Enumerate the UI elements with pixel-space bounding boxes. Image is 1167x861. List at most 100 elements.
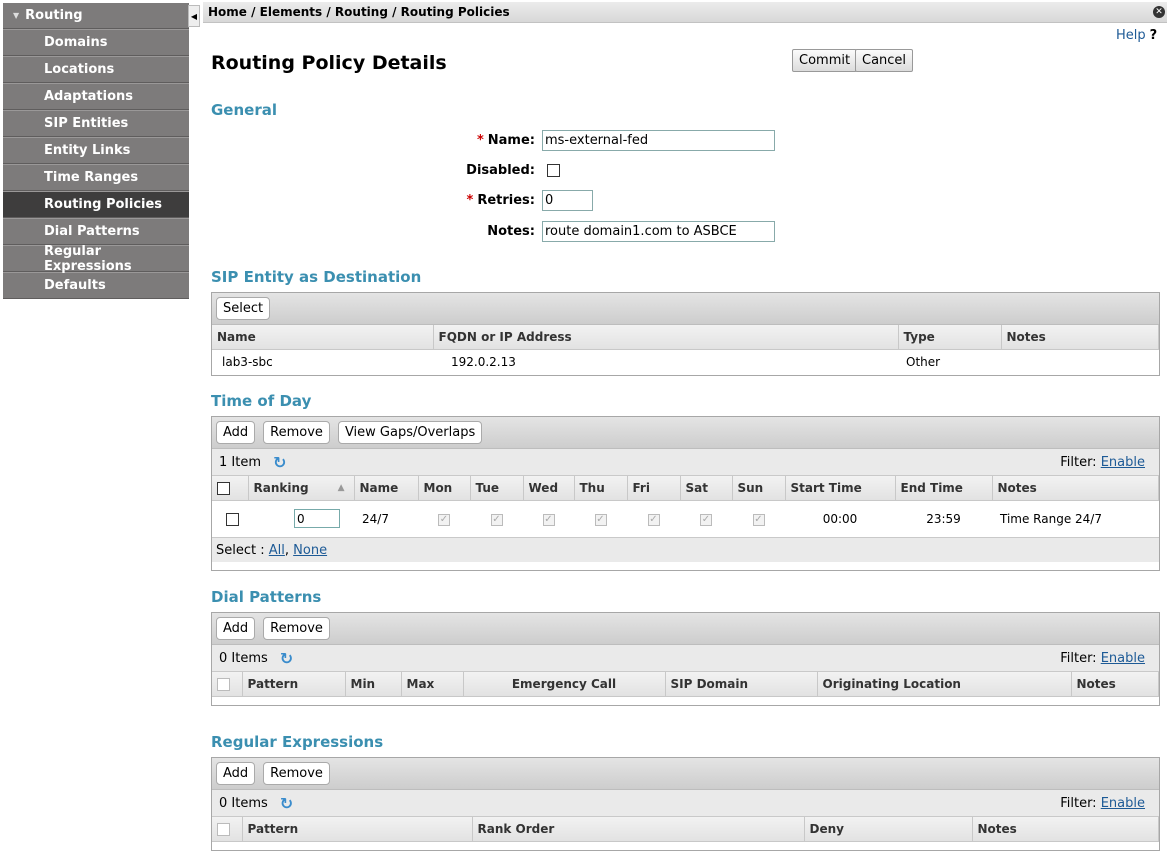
column-header-end-time[interactable]: End Time bbox=[895, 476, 993, 501]
sidebar-item-dial-patterns[interactable]: Dial Patterns bbox=[3, 218, 189, 245]
select-all-header[interactable] bbox=[212, 476, 249, 501]
close-icon[interactable]: ✕ bbox=[1153, 6, 1165, 18]
disabled-checkbox[interactable] bbox=[547, 164, 560, 177]
thu-checkbox-icon: ✓ bbox=[594, 514, 607, 527]
help-question-icon[interactable]: ? bbox=[1150, 28, 1158, 43]
name-field[interactable] bbox=[542, 130, 775, 151]
select-button[interactable]: Select bbox=[216, 297, 271, 320]
column-header-pattern[interactable]: Pattern bbox=[242, 817, 473, 842]
column-header-start-time[interactable]: Start Time bbox=[785, 476, 896, 501]
sidebar-item-entity-links[interactable]: Entity Links bbox=[3, 137, 189, 164]
sidebar-item-regular-expressions[interactable]: Regular Expressions bbox=[3, 244, 189, 274]
dial-patterns-panel: Add Remove 0 Items ↻ Filter: Enable Patte… bbox=[211, 612, 1160, 706]
sidebar-item-routing-policies[interactable]: Routing Policies bbox=[3, 191, 189, 218]
add-button[interactable]: Add bbox=[216, 617, 256, 640]
sidebar-item-time-ranges[interactable]: Time Ranges bbox=[3, 164, 189, 191]
column-header-fri[interactable]: Fri bbox=[627, 476, 681, 501]
column-header-sat[interactable]: Sat bbox=[680, 476, 733, 501]
cell-sat: ✓ bbox=[680, 500, 732, 537]
column-header-emergency-call[interactable]: Emergency Call bbox=[463, 672, 666, 697]
required-marker: * bbox=[466, 193, 474, 208]
remove-button[interactable]: Remove bbox=[263, 421, 330, 444]
sidebar-item-defaults[interactable]: Defaults bbox=[3, 272, 189, 299]
sun-checkbox-icon: ✓ bbox=[752, 514, 765, 527]
cell-end-time: 23:59 bbox=[926, 511, 961, 526]
item-count: 1 Item ↻ bbox=[219, 453, 286, 472]
sidebar-item-domains[interactable]: Domains bbox=[3, 29, 189, 56]
filter-control: Filter: Enable bbox=[1060, 455, 1145, 470]
column-header-originating-location[interactable]: Originating Location bbox=[817, 672, 1072, 697]
select-all-link[interactable]: All bbox=[269, 543, 285, 558]
column-header-deny[interactable]: Deny bbox=[804, 817, 973, 842]
column-header-notes[interactable]: Notes bbox=[1071, 672, 1159, 697]
filter-enable-link[interactable]: Enable bbox=[1101, 651, 1145, 666]
column-header-rank-order[interactable]: Rank Order bbox=[472, 817, 805, 842]
name-label-text: Name: bbox=[487, 133, 535, 148]
filter-enable-link[interactable]: Enable bbox=[1101, 796, 1145, 811]
refresh-icon[interactable]: ↻ bbox=[273, 453, 286, 472]
column-header-thu[interactable]: Thu bbox=[574, 476, 628, 501]
select-none-link[interactable]: None bbox=[293, 543, 327, 558]
help-link[interactable]: Help bbox=[1116, 28, 1146, 43]
sidebar-item-sip-entities[interactable]: SIP Entities bbox=[3, 110, 189, 137]
notes-label: Notes: bbox=[487, 224, 535, 239]
item-count: 0 Items ↻ bbox=[219, 794, 293, 813]
add-button[interactable]: Add bbox=[216, 421, 256, 444]
time-of-day-panel: Add Remove View Gaps/Overlaps 1 Item ↻ Fi… bbox=[211, 416, 1160, 571]
row-select-checkbox[interactable] bbox=[226, 512, 239, 526]
remove-button[interactable]: Remove bbox=[263, 617, 330, 640]
commit-button[interactable]: Commit bbox=[792, 49, 858, 72]
add-button[interactable]: Add bbox=[216, 762, 256, 785]
sidebar-header-routing[interactable]: ▼ Routing bbox=[3, 3, 189, 29]
refresh-icon[interactable]: ↻ bbox=[280, 794, 293, 813]
column-header-pattern[interactable]: Pattern bbox=[242, 672, 346, 697]
column-header-name[interactable]: Name bbox=[212, 325, 434, 350]
column-header-notes[interactable]: Notes bbox=[1001, 325, 1159, 350]
cancel-button[interactable]: Cancel bbox=[855, 49, 914, 72]
retries-label-text: Retries: bbox=[477, 193, 535, 208]
sidebar-nav: ▼ Routing Domains Locations Adaptations … bbox=[3, 3, 189, 299]
column-header-notes[interactable]: Notes bbox=[972, 817, 1159, 842]
column-header-name[interactable]: Name bbox=[354, 476, 419, 501]
table-row[interactable]: lab3-sbc 192.0.2.13 Other bbox=[212, 349, 1159, 374]
filter-enable-link[interactable]: Enable bbox=[1101, 455, 1145, 470]
column-header-wed[interactable]: Wed bbox=[523, 476, 575, 501]
ranking-input[interactable] bbox=[294, 509, 340, 529]
filter-control: Filter: Enable bbox=[1060, 651, 1145, 666]
column-header-max[interactable]: Max bbox=[401, 672, 464, 697]
column-header-tue[interactable]: Tue bbox=[470, 476, 524, 501]
column-header-mon[interactable]: Mon bbox=[418, 476, 471, 501]
column-header-type[interactable]: Type bbox=[898, 325, 1002, 350]
sidebar-item-locations[interactable]: Locations bbox=[3, 56, 189, 83]
retries-field[interactable] bbox=[542, 190, 593, 211]
sidebar-item-adaptations[interactable]: Adaptations bbox=[3, 83, 189, 110]
column-header-ranking[interactable]: Ranking ▲ bbox=[248, 476, 355, 501]
select-all-checkbox[interactable] bbox=[217, 822, 230, 836]
refresh-icon[interactable]: ↻ bbox=[280, 649, 293, 668]
cell-wed: ✓ bbox=[523, 500, 574, 537]
cell-mon: ✓ bbox=[418, 500, 470, 537]
table-row[interactable]: 24/7 ✓ ✓ ✓ ✓ ✓ ✓ ✓ 00:00 23:59 Time Rang… bbox=[212, 500, 1159, 537]
page-title: Routing Policy Details bbox=[211, 52, 447, 74]
select-all-header[interactable] bbox=[212, 672, 243, 697]
collapse-sidebar-button[interactable]: ◀ bbox=[188, 5, 200, 27]
sort-ascending-icon[interactable]: ▲ bbox=[338, 483, 345, 493]
sip-entity-panel: Select Name FQDN or IP Address Type Note… bbox=[211, 292, 1160, 376]
select-all-header[interactable] bbox=[212, 817, 243, 842]
column-header-min[interactable]: Min bbox=[345, 672, 402, 697]
view-gaps-overlaps-button[interactable]: View Gaps/Overlaps bbox=[337, 421, 483, 444]
item-count: 0 Items ↻ bbox=[219, 649, 293, 668]
notes-field[interactable] bbox=[542, 221, 775, 242]
select-all-checkbox[interactable] bbox=[217, 677, 230, 691]
retries-label: * Retries: bbox=[335, 193, 535, 208]
column-header-ranking-label: Ranking bbox=[253, 480, 309, 495]
column-header-sun[interactable]: Sun bbox=[732, 476, 786, 501]
sat-checkbox-icon: ✓ bbox=[700, 514, 712, 527]
column-header-fqdn[interactable]: FQDN or IP Address bbox=[433, 325, 899, 350]
dial-patterns-table: Pattern Min Max Emergency Call SIP Domai… bbox=[212, 672, 1159, 697]
select-all-checkbox[interactable] bbox=[217, 481, 230, 495]
column-header-sip-domain[interactable]: SIP Domain bbox=[665, 672, 818, 697]
column-header-notes[interactable]: Notes bbox=[992, 476, 1159, 501]
regular-expressions-table: Pattern Rank Order Deny Notes bbox=[212, 817, 1159, 842]
remove-button[interactable]: Remove bbox=[263, 762, 330, 785]
